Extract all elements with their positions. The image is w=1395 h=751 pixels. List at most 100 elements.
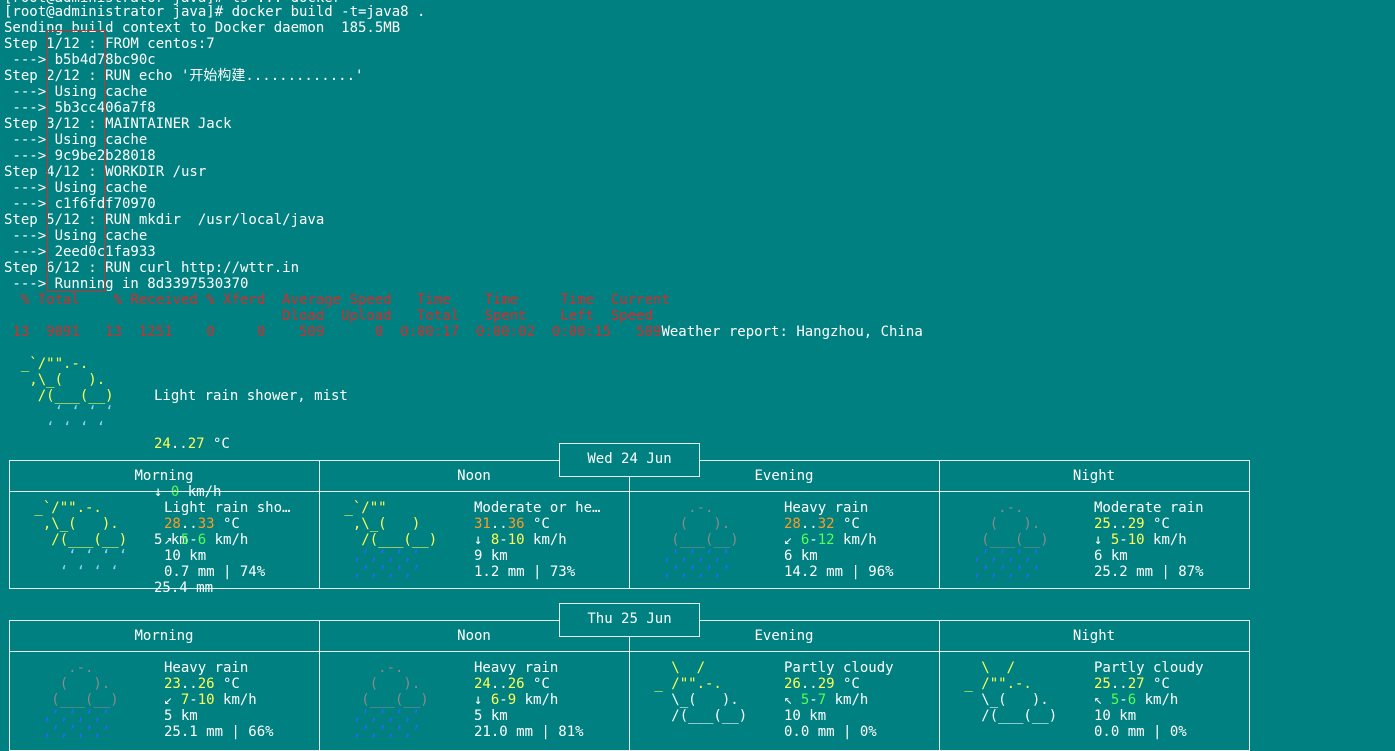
weather-art-line: ‚‘‚‘‚‘‚‘ [26, 708, 136, 724]
precipitation: 14.2 mm | 96% [784, 564, 894, 580]
weather-art-line: _`/"" [336, 500, 438, 516]
temperature: 23..26 °C [164, 676, 240, 692]
visibility: 10 km [784, 708, 827, 724]
weather-art-line [646, 724, 756, 740]
weather-art-line: _`/"".-. [26, 500, 136, 516]
period-info: Moderate or he… 31..36 °C ↓ 8-10 km/h 9 km 1… [474, 500, 600, 580]
build-output-line: Step 1/12 : FROM centos:7 [4, 36, 215, 52]
weather-art-line: \ / [646, 660, 756, 676]
weather-art-line: .-. [26, 660, 136, 676]
temperature: 28..33 °C [164, 516, 240, 532]
weather-art-line: ‘ ‘ ‘ ‘ [4, 420, 123, 436]
condition: Moderate rain [1094, 500, 1204, 516]
weather-art-line: (___(__) [26, 692, 136, 708]
weather-art-line: (___(__) [956, 532, 1066, 548]
period-header-morning: Morning [134, 628, 194, 644]
weather-art-line: ‚’‚’‚’‚’ [336, 564, 438, 580]
precipitation: 25.1 mm | 66% [164, 724, 274, 740]
weather-art: _`/"".-. ,\_( ). /(___(__) ‘ ‘ ‘ ‘ ‘ ‘ ‘… [26, 500, 136, 580]
period-info: Partly cloudy 26..29 °C ↖ 5-7 km/h 10 km 0.0… [784, 660, 894, 740]
weather-art-line: ‚’‚’‚’‚’ [956, 564, 1066, 580]
period-header-noon: Noon [457, 628, 491, 644]
curl-header-1: % Total % Received % Xferd Average Speed… [4, 292, 670, 308]
build-output-line: Step 4/12 : WORKDIR /usr [4, 164, 207, 180]
period-info: Heavy rain 28..32 °C ↙ 6-12 km/h 6 km 14.2 m… [784, 500, 894, 580]
visibility: 5 km [474, 708, 508, 724]
condition: Heavy rain [474, 660, 559, 676]
weather-art: \ / _ /"".-. \_( ). /(___(__) [646, 660, 756, 740]
precipitation: 1.2 mm | 73% [474, 564, 576, 580]
period-header-noon: Noon [457, 468, 491, 484]
weather-art-line: ( ). [956, 516, 1066, 532]
precipitation: 0.0 mm | 0% [1094, 724, 1187, 740]
wind: ↗ 5-6 km/h [164, 532, 249, 548]
period-info: Heavy rain 23..26 °C ↙ 7-10 km/h 5 km 25.1 m… [164, 660, 274, 740]
period-header-evening: Evening [754, 628, 814, 644]
condition: Heavy rain [784, 500, 869, 516]
period-info: Partly cloudy 25..27 °C ↖ 5-6 km/h 10 km 0.0… [1094, 660, 1204, 740]
current-condition: Light rain shower, mist [154, 388, 348, 404]
weather-art-line: /(___(__) [4, 388, 123, 404]
current-temperature: 24..27 °C [154, 436, 230, 452]
weather-art-line: _`/"".-. [4, 356, 123, 372]
weather-art-line: .-. [646, 500, 756, 516]
visibility: 10 km [164, 548, 207, 564]
visibility: 9 km [474, 548, 508, 564]
period-info: Moderate rain 25..29 °C ↓ 5-10 km/h 6 km 25.… [1094, 500, 1204, 580]
highlight-box [47, 30, 105, 292]
wind: ↓ 6-9 km/h [474, 692, 559, 708]
current-weather-art: _`/"".-. ,\_( ). /(___(__) ‘ ‘ ‘ ‘ ‘ ‘ ‘… [4, 356, 122, 436]
build-output-line: ---> Running in 8d3397530370 [4, 276, 249, 292]
period-header-evening: Evening [754, 468, 814, 484]
condition: Light rain sho… [164, 500, 291, 516]
curl-progress-line: 13 9091 13 1251 0 0 509 0 0:00:17 0:00:0… [4, 324, 922, 340]
wind: ↓ 8-10 km/h [474, 532, 567, 548]
wind: ↙ 7-10 km/h [164, 692, 257, 708]
precipitation: 25.2 mm | 87% [1094, 564, 1204, 580]
temperature: 26..29 °C [784, 676, 860, 692]
weather-art-line: .-. [956, 500, 1066, 516]
weather-art-line: ‚‘‚‘‚‘‚‘ [956, 548, 1066, 564]
weather-art-line: \_( ). [646, 692, 756, 708]
command-line: [root@administrator java]# docker build … [4, 4, 426, 20]
curl-header-2: Dload Upload Total Spent Left Speed [4, 308, 654, 324]
curl-progress: 13 9091 13 1251 0 0 509 0 0:00:17 0:00:0… [4, 324, 662, 340]
weather-art-line: ( ). [646, 516, 756, 532]
weather-art-line: /(___(__) [336, 532, 446, 548]
weather-art-line [956, 724, 1066, 740]
visibility: 10 km [1094, 708, 1137, 724]
condition: Partly cloudy [784, 660, 894, 676]
weather-art: .-. ( ). (___(__) ‚‘‚‘‚‘‚‘ ‚’‚’‚’‚’ [336, 660, 446, 740]
weather-art: .-. ( ). (___(__) ‚‘‚‘‚‘‚‘ ‚’‚’‚’‚’ [646, 500, 756, 580]
build-output-line: Step 3/12 : MAINTAINER Jack [4, 116, 232, 132]
visibility: 6 km [1094, 548, 1128, 564]
weather-art: .-. ( ). (___(__) ‚‘‚‘‚‘‚‘ ‚’‚’‚’‚’ [26, 660, 136, 740]
condition: Heavy rain [164, 660, 249, 676]
weather-art-line: ‚’‚’‚’‚’ [336, 724, 446, 740]
temperature: 25..29 °C [1094, 516, 1170, 532]
temperature: 25..27 °C [1094, 676, 1170, 692]
weather-art-line: ‚’‚’‚’‚’ [646, 564, 756, 580]
weather-art-line: (___(__) [646, 532, 756, 548]
weather-art-line: ‚‘‚‘‚‘‚‘ [336, 548, 438, 564]
weather-art: .-. ( ). (___(__) ‚‘‚‘‚‘‚‘ ‚’‚’‚’‚’ [956, 500, 1066, 580]
temperature: 28..32 °C [784, 516, 860, 532]
period-header-morning: Morning [134, 468, 194, 484]
temperature: 31..36 °C [474, 516, 550, 532]
weather-art-line: ‚‘‚‘‚‘‚‘ [336, 708, 446, 724]
weather-art-line: ‘ ‘ ‘ ‘ [4, 404, 123, 420]
precipitation: 21.0 mm | 81% [474, 724, 584, 740]
weather-art-line: (___(__) [336, 692, 446, 708]
weather-art-line: .-. [336, 660, 446, 676]
weather-art: _`/"" ,\_( ) /(___(__) ‚‘‚‘‚‘‚‘ ‚’‚’‚’‚’ [336, 500, 446, 580]
weather-art-line: _ /"".-. [956, 676, 1066, 692]
weather-art-line: \ / [956, 660, 1066, 676]
precipitation: 0.7 mm | 74% [164, 564, 266, 580]
period-info: Light rain sho… 28..33 °C ↗ 5-6 km/h 10 km 0… [164, 500, 290, 580]
weather-art-line: ,\_( ). [26, 516, 136, 532]
condition: Partly cloudy [1094, 660, 1204, 676]
weather-art-line: ‘ ‘ ‘ ‘ [26, 548, 136, 564]
temperature: 24..26 °C [474, 676, 550, 692]
weather-art-line: /(___(__) [26, 532, 136, 548]
weather-art-line: ( ). [336, 676, 446, 692]
